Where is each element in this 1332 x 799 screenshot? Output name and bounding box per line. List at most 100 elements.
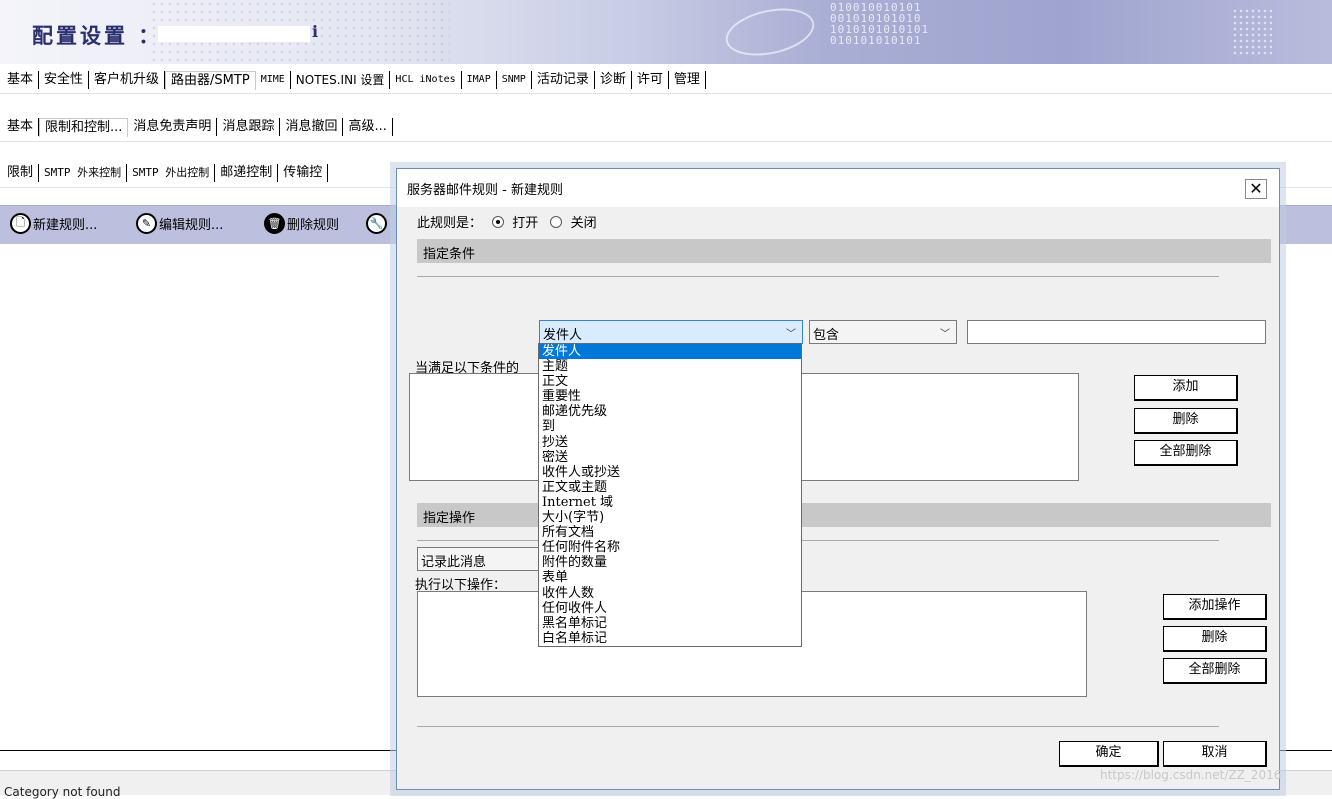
third-tab-row: 限制 SMTP 外来控制 SMTP 外出控制 邮递控制 传输控 <box>0 159 329 187</box>
add-condition-button[interactable]: 添加 <box>1134 375 1238 401</box>
tab-admin[interactable]: 管理 <box>669 71 706 89</box>
tab-imap[interactable]: IMAP <box>462 71 497 89</box>
delete-action-button[interactable]: 删除 <box>1163 626 1267 652</box>
dropdown-option[interactable]: 所有文档 <box>539 525 801 540</box>
dialog-title-bar[interactable]: 服务器邮件规则 - 新建规则 ✕ <box>397 169 1279 207</box>
tool-button[interactable]: 🔧 <box>366 213 389 234</box>
dropdown-option[interactable]: 发件人 <box>539 344 801 360</box>
dropdown-option[interactable]: 到 <box>539 419 801 434</box>
dropdown-option[interactable]: 白名单标记 <box>539 631 801 646</box>
action-select[interactable]: 记录此消息 <box>417 547 539 571</box>
page-title: 配置设置 ： <box>32 23 163 48</box>
dropdown-option[interactable]: 大小(字节) <box>539 510 801 525</box>
tab-restrictions[interactable]: 限制 <box>0 164 40 182</box>
dropdown-option[interactable]: 密送 <box>539 450 801 465</box>
close-icon[interactable]: ✕ <box>1245 179 1267 199</box>
tab-mime[interactable]: MIME <box>256 71 291 89</box>
divider <box>0 141 1332 142</box>
main-tab-row: 基本 安全性 客户机升级 路由器/SMTP MIME NOTES.INI 设置 … <box>0 66 706 94</box>
dropdown-option[interactable]: 邮递优先级 <box>539 404 801 419</box>
banner-emblem <box>721 1 819 63</box>
tab-transfer-control[interactable]: 传输控 <box>278 164 329 182</box>
edit-rule-label: 编辑规则... <box>159 218 224 233</box>
section-header-condition: 指定条件 <box>417 239 1271 263</box>
banner-binary-text: 010010010101 001010101010 1010101010101 … <box>830 1 930 47</box>
subtab-restrictions-controls[interactable]: 限制和控制... <box>39 117 129 137</box>
condition-field-select[interactable]: 发件人 ﹀ <box>539 320 803 344</box>
cancel-button[interactable]: 取消 <box>1163 741 1267 767</box>
sub-tab-row: 基本 限制和控制... 消息免责声明 消息跟踪 消息撤回 高级... <box>0 113 393 141</box>
tab-activity-log[interactable]: 活动记录 <box>532 71 595 89</box>
subtab-advanced[interactable]: 高级... <box>343 118 393 136</box>
ok-button[interactable]: 确定 <box>1059 741 1159 767</box>
tab-diagnostics[interactable]: 诊断 <box>595 71 632 89</box>
edit-rule-button[interactable]: ✎ 编辑规则... <box>136 213 223 234</box>
delete-rule-button[interactable]: 🗑 删除规则 <box>264 213 339 234</box>
new-document-icon: 🗋 <box>10 213 31 234</box>
banner: 010010010101 001010101010 1010101010101 … <box>0 0 1332 64</box>
dropdown-option[interactable]: 主题 <box>539 359 801 374</box>
tab-license[interactable]: 许可 <box>632 71 669 89</box>
delete-condition-button[interactable]: 删除 <box>1134 408 1238 434</box>
divider <box>417 276 1219 277</box>
dialog-title: 服务器邮件规则 - 新建规则 <box>407 183 563 198</box>
radio-off-label[interactable]: 关闭 <box>571 216 597 231</box>
tab-client-upgrade[interactable]: 客户机升级 <box>89 71 166 89</box>
trash-icon: 🗑 <box>264 213 285 234</box>
divider <box>417 726 1219 727</box>
chevron-down-icon: ﹀ <box>940 329 950 340</box>
subtab-basic[interactable]: 基本 <box>0 118 40 136</box>
condition-field-dropdown: 发件人 主题 正文 重要性 邮递优先级 到 抄送 密送 收件人或抄送 正文或主题… <box>538 343 802 647</box>
dialog-body: 此规则是： 打开 关闭 指定条件 发件人 ﹀ 包含 ﹀ 当满足以下条件的 添加 … <box>397 207 1279 789</box>
banner-grid <box>1232 8 1272 56</box>
tab-notes-ini[interactable]: NOTES.INI 设置 <box>291 71 391 89</box>
delete-rule-label: 删除规则 <box>287 218 340 233</box>
condition-field-value: 发件人 <box>543 328 583 343</box>
subtab-message-recall[interactable]: 消息撤回 <box>280 118 344 136</box>
tab-smtp-inbound[interactable]: SMTP 外来控制 <box>39 164 128 182</box>
wrench-icon: 🔧 <box>366 213 387 234</box>
divider <box>0 93 1332 94</box>
dropdown-option[interactable]: 黑名单标记 <box>539 616 801 631</box>
dropdown-option[interactable]: 收件人或抄送 <box>539 465 801 480</box>
dropdown-option[interactable]: 正文或主题 <box>539 480 801 495</box>
tab-hcl-inotes[interactable]: HCL iNotes <box>390 71 462 89</box>
action-select-value: 记录此消息 <box>421 555 487 570</box>
dropdown-option[interactable]: 重要性 <box>539 389 801 404</box>
tab-smtp-outbound[interactable]: SMTP 外出控制 <box>127 164 216 182</box>
dropdown-option[interactable]: Internet 域 <box>539 495 801 510</box>
tab-router-smtp[interactable]: 路由器/SMTP <box>165 70 256 90</box>
tab-security[interactable]: 安全性 <box>39 71 90 89</box>
radio-off[interactable] <box>550 216 563 228</box>
delete-all-conditions-button[interactable]: 全部删除 <box>1134 440 1238 466</box>
condition-operator-value: 包含 <box>813 328 840 343</box>
server-name-tail: i <box>312 22 319 41</box>
dropdown-option[interactable]: 附件的数量 <box>539 555 801 570</box>
condition-operator-select[interactable]: 包含 ﹀ <box>809 320 957 344</box>
tab-basic[interactable]: 基本 <box>0 71 40 89</box>
new-rule-button[interactable]: 🗋 新建规则... <box>10 213 97 234</box>
delete-all-actions-button[interactable]: 全部删除 <box>1163 658 1267 684</box>
radio-on[interactable] <box>492 216 505 228</box>
redacted-server-name <box>158 26 310 42</box>
new-rule-label: 新建规则... <box>33 218 98 233</box>
dropdown-option[interactable]: 收件人数 <box>539 586 801 601</box>
rule-is-label: 此规则是： <box>417 216 483 231</box>
tab-delivery-control[interactable]: 邮递控制 <box>215 164 279 182</box>
radio-on-label[interactable]: 打开 <box>512 216 538 231</box>
add-action-button[interactable]: 添加操作 <box>1163 594 1267 620</box>
subtab-message-tracking[interactable]: 消息跟踪 <box>217 118 281 136</box>
chevron-down-icon: ﹀ <box>786 329 796 340</box>
new-rule-dialog: 服务器邮件规则 - 新建规则 ✕ 此规则是： 打开 关闭 指定条件 发件人 ﹀ … <box>396 168 1280 790</box>
condition-value-input[interactable] <box>967 320 1266 344</box>
subtab-disclaimer[interactable]: 消息免责声明 <box>128 118 218 136</box>
dropdown-option[interactable]: 任何附件名称 <box>539 540 801 555</box>
watermark-text: https://blog.csdn.net/ZZ_2016 <box>1100 768 1282 782</box>
dropdown-option[interactable]: 任何收件人 <box>539 601 801 616</box>
dropdown-option[interactable]: 正文 <box>539 374 801 389</box>
dropdown-option[interactable]: 抄送 <box>539 435 801 450</box>
rule-status-row: 此规则是： 打开 关闭 <box>417 212 597 231</box>
tab-snmp[interactable]: SNMP <box>497 71 532 89</box>
dropdown-option[interactable]: 表单 <box>539 570 801 585</box>
pencil-icon: ✎ <box>136 213 157 234</box>
